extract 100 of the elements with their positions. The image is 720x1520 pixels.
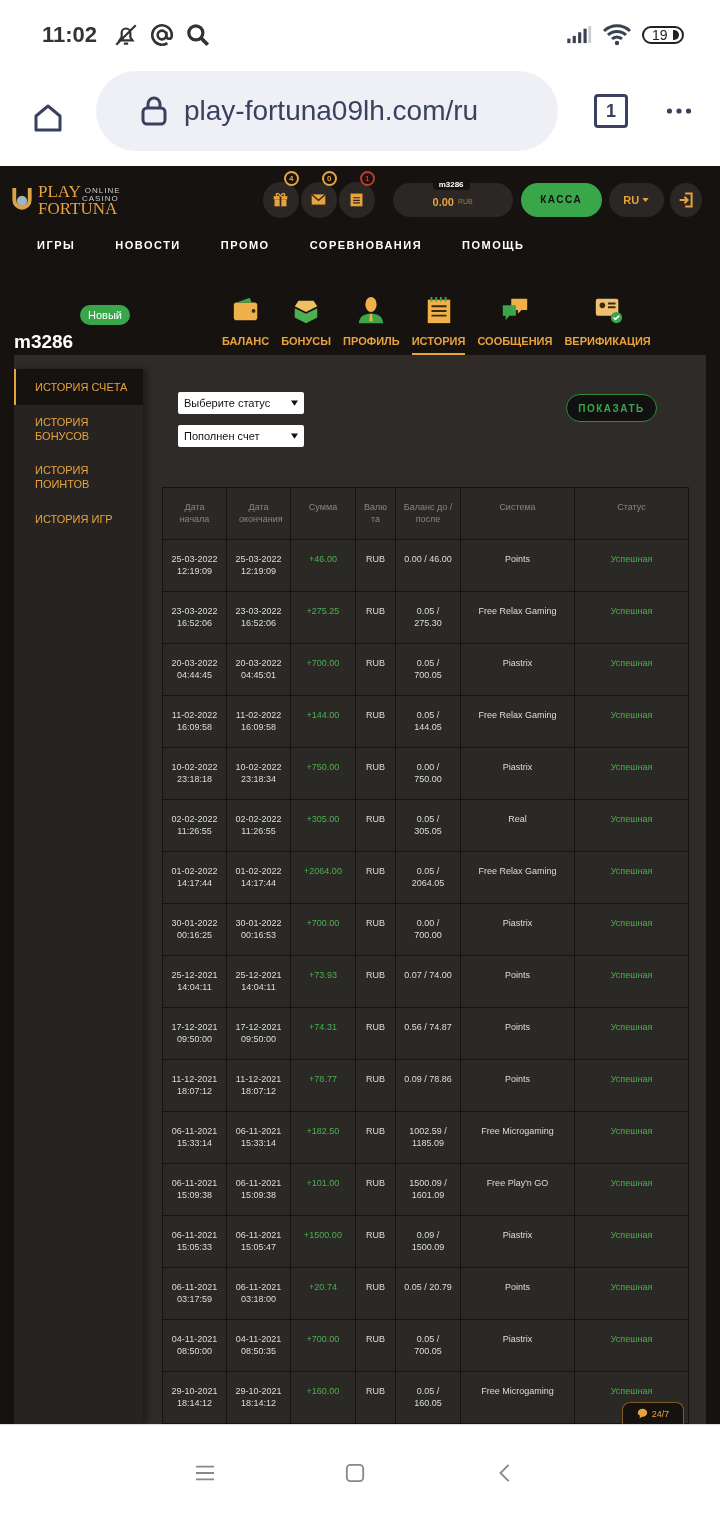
sidebar-item[interactable]: ИСТОРИЯ ИГР	[14, 501, 143, 537]
table-cell: +275.25	[290, 591, 356, 644]
tab-count-button[interactable]: 1	[594, 94, 628, 128]
profile-tab[interactable]: ПРОФИЛЬ	[343, 295, 400, 355]
table-cell: 0.00 / 46.00	[395, 539, 461, 592]
column-header: Валю та	[355, 487, 396, 540]
table-cell: Free Relax Gaming	[460, 591, 575, 644]
table-cell: 20-03-2022 04:45:01	[226, 643, 291, 696]
table-cell: Points	[460, 955, 575, 1008]
profile-tab[interactable]: СООБЩЕНИЯ	[477, 295, 553, 355]
table-cell: Free Play'n GO	[460, 1163, 575, 1216]
nav-link[interactable]: НОВОСТИ	[115, 238, 181, 251]
chat-button[interactable]: 24/7	[622, 1402, 684, 1424]
table-cell: Points	[460, 539, 575, 592]
language-dropdown[interactable]: RU	[608, 182, 664, 217]
battery-icon: 19	[642, 26, 684, 44]
table-cell: RUB	[355, 799, 396, 852]
table-cell: Piastrix	[460, 1319, 575, 1372]
table-cell: 0.09 / 78.86	[395, 1059, 461, 1112]
table-cell: Успешная	[574, 851, 689, 904]
table-cell: 02-02-2022 11:26:55	[226, 799, 291, 852]
sidebar-item[interactable]: ИСТОРИЯ БОНУСОВ	[14, 405, 143, 453]
home-icon[interactable]	[32, 102, 64, 134]
cashier-button[interactable]: КАССА	[520, 182, 602, 217]
table-cell: Успешная	[574, 1163, 689, 1216]
address-bar[interactable]: play-fortuna09lh.com/ru	[96, 71, 558, 151]
table-cell: 25-12-2021 14:04:11	[162, 955, 227, 1008]
table-cell: +305.00	[290, 799, 356, 852]
table-cell: Piastrix	[460, 1215, 575, 1268]
table-cell: Free Microgaming	[460, 1371, 575, 1424]
table-cell: 06-11-2021 15:09:38	[226, 1163, 291, 1216]
gift-button[interactable]	[262, 181, 299, 218]
table-cell: Успешная	[574, 747, 689, 800]
table-cell: 0.05 / 305.05	[395, 799, 461, 852]
table-cell: RUB	[355, 747, 396, 800]
type-dropdown[interactable]: Пополнен счет	[178, 425, 304, 447]
table-cell: 11-02-2022 16:09:58	[162, 695, 227, 748]
table-cell: RUB	[355, 539, 396, 592]
table-cell: 0.05 / 2064.05	[395, 851, 461, 904]
table-cell: RUB	[355, 695, 396, 748]
table-cell: 29-10-2021 18:14:12	[162, 1371, 227, 1424]
table-cell: +1500.00	[290, 1215, 356, 1268]
table-cell: +160.00	[290, 1371, 356, 1424]
table-cell: +2064.00	[290, 851, 356, 904]
search-icon	[185, 22, 212, 48]
table-cell: RUB	[355, 591, 396, 644]
table-cell: 0.09 / 1500.09	[395, 1215, 461, 1268]
table-cell: Free Relax Gaming	[460, 851, 575, 904]
column-header: Дата окончания	[226, 487, 291, 540]
table-cell: RUB	[355, 1163, 396, 1216]
nav-link[interactable]: ПОМОЩЬ	[462, 238, 525, 251]
table-cell: 25-03-2022 12:19:09	[162, 539, 227, 592]
table-cell: 1002.59 / 1185.09	[395, 1111, 461, 1164]
table-cell: +700.00	[290, 1319, 356, 1372]
sidebar-item[interactable]: ИСТОРИЯ СЧЕТА	[14, 369, 143, 405]
column-header: Дата начала	[162, 487, 227, 540]
profile-tab[interactable]: БАЛАНС	[222, 295, 270, 355]
table-cell: 0.00 / 700.00	[395, 903, 461, 956]
count-badge: 0	[321, 170, 337, 186]
mail-button[interactable]	[300, 181, 337, 218]
nav-link[interactable]: СОРЕВНОВАНИЯ	[309, 238, 423, 251]
table-cell: 0.05 / 700.05	[395, 1319, 461, 1372]
status-dropdown[interactable]: Выберите статус	[178, 392, 304, 414]
table-cell: 10-02-2022 23:18:18	[162, 747, 227, 800]
table-cell: +700.00	[290, 643, 356, 696]
table-cell: 01-02-2022 14:17:44	[226, 851, 291, 904]
status-badge: Новый	[80, 305, 130, 325]
table-cell: 25-03-2022 12:19:09	[226, 539, 291, 592]
home-square-icon[interactable]	[345, 1462, 365, 1483]
table-cell: 17-12-2021 09:50:00	[162, 1007, 227, 1060]
table-cell: RUB	[355, 851, 396, 904]
show-button[interactable]: ПОКАЗАТЬ	[566, 394, 657, 422]
clock-time: 11:02	[42, 22, 98, 48]
table-cell: RUB	[355, 643, 396, 696]
table-cell: 06-11-2021 15:33:14	[162, 1111, 227, 1164]
table-cell: RUB	[355, 1371, 396, 1424]
table-cell: 0.05 / 144.05	[395, 695, 461, 748]
logout-button[interactable]	[669, 182, 702, 217]
lock-icon	[140, 96, 168, 126]
table-cell: 20-03-2022 04:44:45	[162, 643, 227, 696]
table-cell: Успешная	[574, 1319, 689, 1372]
table-cell: Успешная	[574, 799, 689, 852]
table-cell: 06-11-2021 15:05:47	[226, 1215, 291, 1268]
table-cell: +73.93	[290, 955, 356, 1008]
nav-link[interactable]: ИГРЫ	[37, 238, 76, 251]
notepad-button[interactable]	[338, 181, 375, 218]
wifi-icon	[602, 24, 632, 46]
caret-icon	[291, 433, 298, 439]
profile-tab[interactable]: БОНУСЫ	[281, 295, 332, 355]
profile-tab[interactable]: ВЕРИФИКАЦИЯ	[564, 295, 651, 355]
sidebar-item[interactable]: ИСТОРИЯ ПОИНТОВ	[14, 453, 143, 501]
table-cell: +101.00	[290, 1163, 356, 1216]
nav-link[interactable]: ПРОМО	[220, 238, 270, 251]
column-header: Сумма	[290, 487, 356, 540]
column-header: Статус	[574, 487, 689, 540]
table-cell: RUB	[355, 1267, 396, 1320]
table-cell: 30-01-2022 00:16:25	[162, 903, 227, 956]
chat-bubble-icon	[636, 1408, 648, 1419]
more-icon[interactable]	[666, 107, 692, 115]
table-cell: Успешная	[574, 1059, 689, 1112]
